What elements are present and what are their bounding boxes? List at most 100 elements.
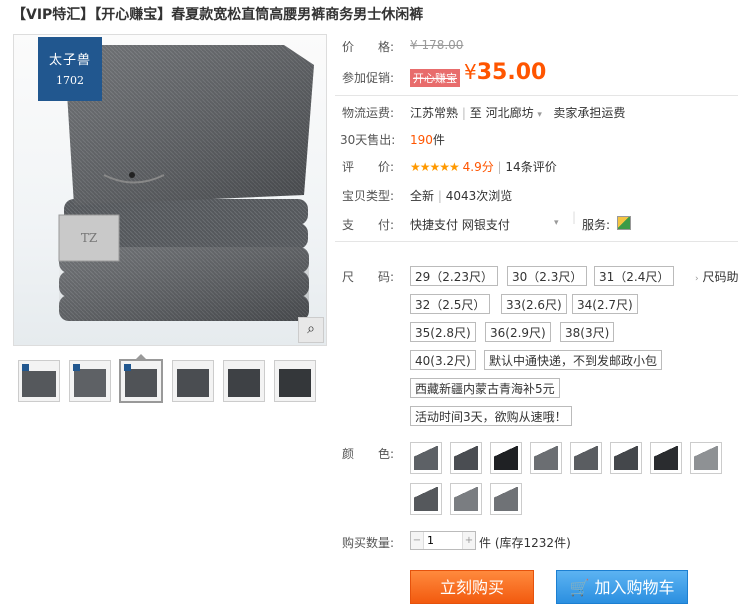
magnifier-icon[interactable]: ⌕ — [298, 317, 324, 343]
trousers-color-icon — [454, 487, 478, 511]
size-option[interactable]: 40(3.2尺) — [410, 350, 476, 370]
ship-to: 河北廊坊 — [485, 106, 534, 120]
size-option[interactable]: 36(2.9尺) — [485, 322, 551, 342]
sales-info: 190件 — [410, 131, 445, 148]
size-label: 尺 码: — [342, 270, 395, 284]
color-swatch[interactable] — [410, 442, 442, 474]
review-count-link[interactable]: 14条评价 — [505, 160, 556, 174]
quantity-label: 购买数量: — [342, 536, 395, 550]
sales-unit: 件 — [432, 133, 445, 147]
trousers-color-icon — [494, 446, 518, 470]
size-option[interactable]: 29（2.23尺） — [410, 266, 498, 286]
size-option[interactable]: 31（2.4尺） — [594, 266, 675, 286]
promo-label: 参加促销: — [342, 71, 395, 85]
size-option[interactable]: 33(2.6尺) — [501, 294, 567, 314]
color-swatch[interactable] — [690, 442, 722, 474]
trousers-color-icon — [614, 446, 638, 470]
payment-method-quick: 快捷支付 — [410, 218, 459, 232]
ship-from: 江苏常熟 — [410, 106, 459, 120]
trousers-color-icon — [534, 446, 558, 470]
size-option[interactable]: 35(2.8尺) — [410, 322, 476, 342]
service-guarantee-icon[interactable] — [617, 216, 631, 230]
svg-text:TZ: TZ — [81, 231, 97, 245]
size-option[interactable]: 30（2.3尺） — [507, 266, 588, 286]
trousers-color-icon — [494, 487, 518, 511]
size-chart-text: 尺码助 — [702, 270, 738, 284]
payment-expand-icon[interactable]: ▾ — [554, 218, 559, 228]
rating-score: 4.9分 — [462, 160, 494, 174]
brand-logo: 太子兽 1702 — [38, 37, 102, 101]
payment-info: 快捷支付 网银支付 — [410, 216, 510, 233]
type-label: 宝贝类型: — [342, 189, 395, 203]
thumbnail-3[interactable] — [119, 359, 163, 403]
thumbnail-2[interactable] — [69, 360, 111, 402]
star-rating-icon: ★★★★★ — [410, 160, 460, 174]
type-info: 全新 | 4043次浏览 — [410, 189, 513, 203]
add-to-cart-label: 加入购物车 — [594, 578, 675, 597]
color-label: 颜 色: — [342, 447, 395, 461]
sales-label: 30天售出: — [340, 133, 396, 147]
price-label: 价 格: — [342, 40, 395, 54]
currency-symbol: ¥ — [464, 60, 477, 84]
minus-icon[interactable]: − — [411, 532, 424, 549]
rating-info: ★★★★★ 4.9分 | 14条评价 — [410, 160, 557, 174]
payment-method-bank: 网银支付 — [461, 218, 510, 232]
shipping-note: 卖家承担运费 — [553, 106, 626, 120]
thumbnail-1[interactable] — [18, 360, 60, 402]
shipping-note-option[interactable]: 默认中通快递，不到发邮政小包 — [484, 350, 663, 370]
shipping-label: 物流运费: — [342, 106, 395, 120]
stock-count: (库存1232件) — [494, 536, 571, 550]
plus-icon[interactable]: + — [462, 532, 475, 549]
trousers-color-icon — [414, 487, 438, 511]
shopping-cart-icon: 🛒 — [569, 578, 590, 597]
surcharge-note-option[interactable]: 西藏新疆内蒙古青海补5元 — [410, 378, 560, 398]
trousers-color-icon — [694, 446, 718, 470]
brand-name: 太子兽 — [48, 53, 91, 68]
color-swatch[interactable] — [610, 442, 642, 474]
size-option[interactable]: 34(2.7尺) — [572, 294, 638, 314]
size-option[interactable]: 32（2.5尺） — [410, 294, 491, 314]
payment-label: 支 付: — [342, 218, 395, 232]
shipping-info: 江苏常熟 | 至 河北廊坊 ▾ 卖家承担运费 — [410, 106, 626, 120]
divider — [335, 241, 738, 242]
brand-code: 1702 — [56, 74, 84, 87]
item-condition: 全新 — [410, 189, 435, 203]
size-option[interactable]: 38(3尺) — [560, 322, 615, 342]
product-title: 【VIP特汇】【开心赚宝】春夏款宽松直筒高腰男裤商务男士休闲裤 — [12, 7, 424, 23]
trousers-color-icon — [574, 446, 598, 470]
payment-separator: | — [572, 210, 577, 224]
color-swatch[interactable] — [650, 442, 682, 474]
color-swatch[interactable] — [490, 442, 522, 474]
ship-to-prefix: 至 — [469, 106, 482, 120]
view-count: 4043次浏览 — [445, 189, 513, 203]
divider — [335, 95, 738, 96]
sales-count: 190 — [410, 133, 433, 147]
quantity-input[interactable] — [425, 533, 465, 548]
promo-time-note-option[interactable]: 活动时间3天，欲购从速哦！ — [410, 406, 572, 426]
thumbnail-4[interactable] — [172, 360, 214, 402]
color-swatch[interactable] — [570, 442, 602, 474]
buy-now-button[interactable]: 立刻购买 — [410, 570, 534, 604]
size-chart-link[interactable]: › 尺码助 — [695, 268, 738, 285]
original-price: ¥ 178.00 — [410, 38, 464, 52]
thumbnail-5[interactable] — [223, 360, 265, 402]
color-swatch[interactable] — [530, 442, 562, 474]
trousers-color-icon — [414, 446, 438, 470]
quantity-stepper: − + — [410, 531, 476, 550]
ship-to-select[interactable]: 河北廊坊 ▾ — [486, 106, 542, 120]
add-to-cart-button[interactable]: 🛒 加入购物车 — [556, 570, 688, 604]
main-product-image[interactable]: TZ 太子兽 1702 ⌕ — [13, 34, 327, 346]
promo-price: ¥35.00 — [464, 60, 546, 85]
stock-info: 件 (库存1232件) — [479, 534, 571, 551]
color-swatch[interactable] — [450, 442, 482, 474]
chevron-down-icon: ▾ — [537, 110, 542, 120]
color-swatch[interactable] — [450, 483, 482, 515]
rating-label: 评 价: — [342, 160, 395, 174]
thumbnail-6[interactable] — [274, 360, 316, 402]
color-swatch[interactable] — [410, 483, 442, 515]
trousers-color-icon — [454, 446, 478, 470]
color-swatch[interactable] — [490, 483, 522, 515]
trousers-color-icon — [654, 446, 678, 470]
service-label: 服务: — [582, 218, 611, 232]
quantity-unit: 件 — [479, 536, 492, 550]
